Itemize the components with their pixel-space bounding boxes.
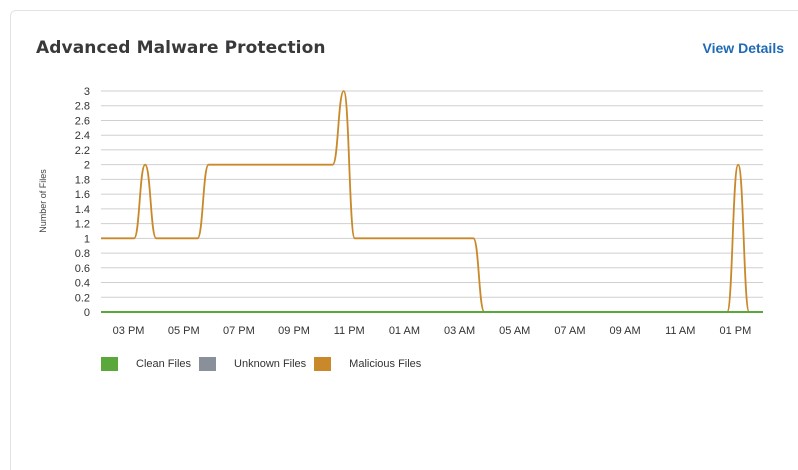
x-tick-label: 09 AM bbox=[609, 325, 640, 337]
x-tick-label: 09 PM bbox=[278, 325, 310, 337]
legend-item-unknown-files[interactable]: Unknown Files bbox=[199, 357, 306, 371]
legend-swatch bbox=[101, 357, 118, 371]
y-tick-label: 2.6 bbox=[75, 115, 90, 127]
chart-legend: Clean Files Unknown Files Malicious Files bbox=[101, 357, 429, 371]
y-tick-label: 1.8 bbox=[75, 174, 90, 186]
x-tick-label: 03 PM bbox=[113, 325, 145, 337]
y-tick-label: 0.6 bbox=[75, 263, 90, 275]
y-axis-label: Number of Files bbox=[38, 169, 48, 233]
y-tick-label: 2.2 bbox=[75, 145, 90, 157]
legend-label: Malicious Files bbox=[349, 358, 422, 370]
y-tick-label: 2 bbox=[84, 160, 90, 172]
legend-label: Unknown Files bbox=[234, 358, 307, 370]
legend-label: Clean Files bbox=[136, 358, 192, 370]
x-tick-label: 03 AM bbox=[444, 325, 475, 337]
y-tick-label: 1.4 bbox=[75, 204, 90, 216]
y-tick-label: 0 bbox=[84, 307, 90, 319]
y-tick-label: 0.4 bbox=[75, 278, 90, 290]
y-tick-label: 2.4 bbox=[75, 130, 90, 142]
x-tick-label: 01 AM bbox=[389, 325, 420, 337]
x-tick-label: 07 PM bbox=[223, 325, 255, 337]
legend-swatch bbox=[314, 357, 332, 371]
x-tick-label: 11 AM bbox=[665, 325, 695, 337]
x-tick-label: 05 AM bbox=[499, 325, 530, 337]
x-tick-label: 07 AM bbox=[554, 325, 585, 337]
y-tick-label: 1.6 bbox=[75, 189, 90, 201]
y-tick-label: 1 bbox=[84, 233, 90, 245]
legend-item-clean-files[interactable]: Clean Files bbox=[101, 357, 191, 371]
legend-swatch bbox=[199, 357, 217, 371]
y-tick-label: 0.2 bbox=[75, 292, 90, 304]
malware-line-chart: 0 0.2 0.4 0.6 0.8 1 1.2 1.4 1.6 1.8 2 2.2 2.4 2.6 2.8 3… bbox=[38, 86, 763, 337]
x-tick-label: 05 PM bbox=[168, 325, 200, 337]
y-tick-label: 1.2 bbox=[75, 219, 90, 231]
x-tick-label: 11 PM bbox=[334, 325, 365, 337]
x-tick-label: 01 PM bbox=[720, 325, 752, 337]
y-tick-label: 0.8 bbox=[75, 248, 90, 260]
y-tick-label: 3 bbox=[84, 86, 90, 98]
series-line-malicious-files bbox=[100, 90, 763, 313]
y-tick-label: 2.8 bbox=[75, 101, 90, 113]
legend-item-malicious-files[interactable]: Malicious Files bbox=[314, 357, 421, 371]
